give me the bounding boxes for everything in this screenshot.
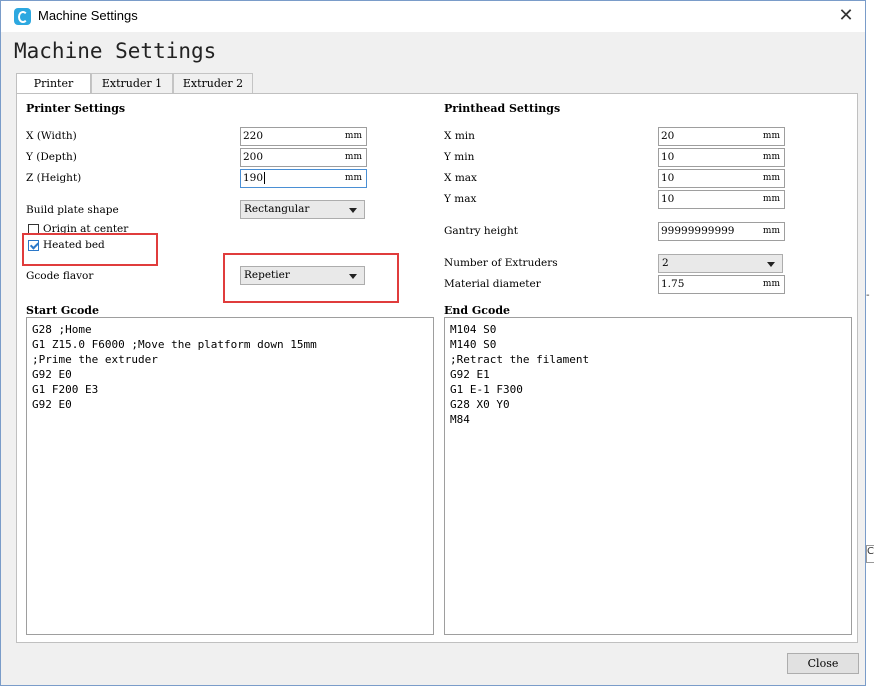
tab-content-printer: Printer Settings X (Width) 220 mm Y (Dep… <box>16 93 858 643</box>
number-of-extruders-label: Number of Extruders <box>444 257 558 269</box>
gantry-height-value: 99999999999 <box>661 225 735 237</box>
x-min-value: 20 <box>661 130 675 142</box>
cura-app-icon <box>14 8 31 25</box>
number-of-extruders-value: 2 <box>662 257 669 269</box>
build-plate-shape-dropdown[interactable]: Rectangular <box>240 200 365 219</box>
text-caret <box>264 172 266 184</box>
close-button[interactable]: Close <box>787 653 859 674</box>
title-bar: Machine Settings ✕ <box>1 1 865 32</box>
tab-printer[interactable]: Printer <box>16 73 91 94</box>
background-button-fragment: Cl <box>866 545 874 563</box>
number-of-extruders-dropdown[interactable]: 2 <box>658 254 783 273</box>
y-depth-value: 200 <box>243 151 264 163</box>
y-max-unit: mm <box>762 194 780 204</box>
tab-extruder-2[interactable]: Extruder 2 <box>173 73 253 93</box>
machine-settings-dialog: Machine Settings ✕ Machine Settings Prin… <box>0 0 866 686</box>
y-min-unit: mm <box>762 152 780 162</box>
x-max-value: 10 <box>661 172 675 184</box>
y-depth-field[interactable]: 200 mm <box>240 148 367 167</box>
window-title: Machine Settings <box>38 8 138 23</box>
gantry-height-field[interactable]: 99999999999 mm <box>658 222 785 241</box>
x-width-label: X (Width) <box>26 130 77 142</box>
gcode-flavor-highlight-box <box>223 253 399 303</box>
x-min-field[interactable]: 20 mm <box>658 127 785 146</box>
y-depth-unit: mm <box>344 152 362 162</box>
material-diameter-label: Material diameter <box>444 278 541 290</box>
gcode-flavor-label: Gcode flavor <box>26 270 94 282</box>
y-min-value: 10 <box>661 151 675 163</box>
start-gcode-textarea[interactable]: G28 ;Home G1 Z15.0 F6000 ;Move the platf… <box>26 317 434 635</box>
y-min-label: Y min <box>444 151 475 163</box>
material-diameter-unit: mm <box>762 279 780 289</box>
build-plate-shape-value: Rectangular <box>244 203 310 215</box>
z-height-label: Z (Height) <box>26 172 82 184</box>
y-max-field[interactable]: 10 mm <box>658 190 785 209</box>
y-max-label: Y max <box>444 193 477 205</box>
build-plate-shape-label: Build plate shape <box>26 204 119 216</box>
printer-settings-title: Printer Settings <box>26 102 126 115</box>
end-gcode-title: End Gcode <box>444 304 511 317</box>
close-icon[interactable]: ✕ <box>835 5 857 27</box>
x-width-unit: mm <box>344 131 362 141</box>
x-max-unit: mm <box>762 173 780 183</box>
y-min-field[interactable]: 10 mm <box>658 148 785 167</box>
chevron-down-icon <box>767 262 775 267</box>
x-max-label: X max <box>444 172 477 184</box>
x-width-value: 220 <box>243 130 264 142</box>
page-title: Machine Settings <box>14 39 217 63</box>
material-diameter-field[interactable]: 1.75 mm <box>658 275 785 294</box>
end-gcode-textarea[interactable]: M104 S0 M140 S0 ;Retract the filament G9… <box>444 317 852 635</box>
x-min-label: X min <box>444 130 475 142</box>
x-max-field[interactable]: 10 mm <box>658 169 785 188</box>
material-diameter-value: 1.75 <box>661 278 685 290</box>
z-height-unit: mm <box>344 173 362 183</box>
chevron-down-icon <box>349 208 357 213</box>
tab-extruder-1[interactable]: Extruder 1 <box>91 73 173 93</box>
y-max-value: 10 <box>661 193 675 205</box>
y-depth-label: Y (Depth) <box>26 151 77 163</box>
z-height-field[interactable]: 190 mm <box>240 169 367 188</box>
gantry-height-unit: mm <box>762 226 780 236</box>
printhead-settings-title: Printhead Settings <box>444 102 561 115</box>
x-min-unit: mm <box>762 131 780 141</box>
background-window-fragment: - <box>866 290 870 301</box>
gantry-height-label: Gantry height <box>444 225 518 237</box>
z-height-value: 190 <box>243 172 264 184</box>
heated-bed-highlight-box <box>22 233 158 266</box>
start-gcode-title: Start Gcode <box>26 304 99 317</box>
x-width-field[interactable]: 220 mm <box>240 127 367 146</box>
